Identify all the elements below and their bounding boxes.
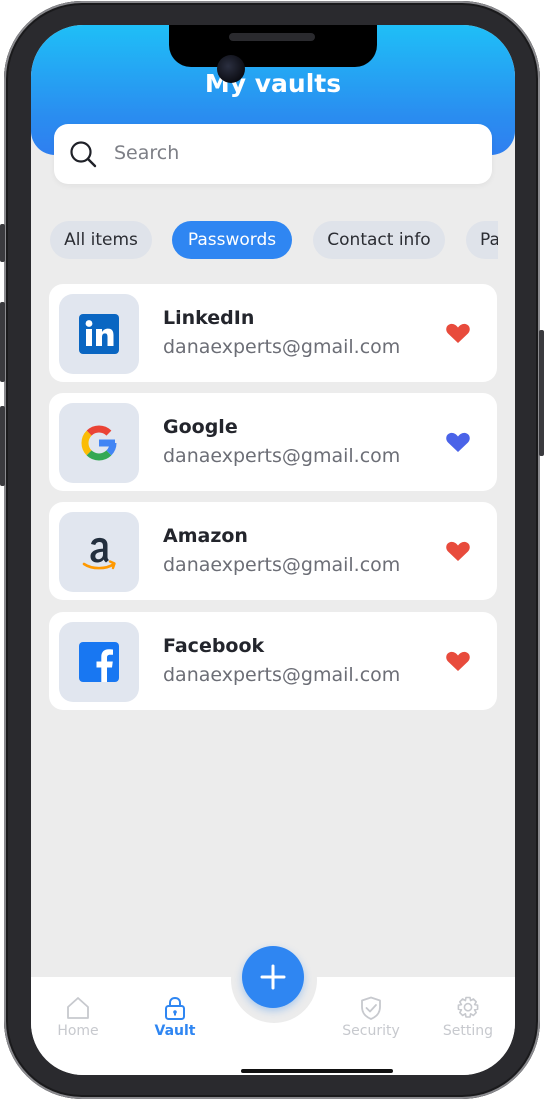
vault-item-google[interactable]: Google danaexperts@gmail.com (49, 393, 497, 491)
filter-chip-contact-info[interactable]: Contact info (313, 221, 445, 259)
vault-item-linkedin[interactable]: LinkedIn danaexperts@gmail.com (49, 284, 497, 382)
item-email: danaexperts@gmail.com (163, 336, 401, 358)
search-input[interactable]: Search (54, 124, 492, 184)
shield-check-icon (361, 996, 381, 1020)
search-placeholder: Search (114, 142, 180, 164)
item-name: Facebook (163, 635, 265, 657)
item-name: Google (163, 416, 238, 438)
gear-icon (457, 996, 479, 1018)
facebook-logo-icon (79, 642, 119, 682)
logo-tile (59, 403, 139, 483)
nav-label-vault: Vault (154, 1023, 196, 1039)
phone-notch (169, 25, 377, 67)
page-title: My vaults (204, 69, 342, 98)
item-name: LinkedIn (163, 307, 255, 329)
logo-tile (59, 294, 139, 374)
nav-label-setting: Setting (442, 1023, 494, 1039)
phone-side-button (0, 302, 5, 382)
filter-chip-more[interactable]: Pa (466, 221, 498, 259)
phone-speaker (229, 33, 315, 41)
home-indicator (241, 1069, 393, 1073)
phone-side-button (0, 406, 5, 486)
logo-tile (59, 512, 139, 592)
google-logo-icon (81, 425, 117, 461)
search-icon (70, 141, 97, 168)
item-name: Amazon (163, 525, 248, 547)
nav-label-home: Home (57, 1023, 99, 1039)
vault-item-amazon[interactable]: Amazon danaexperts@gmail.com (49, 502, 497, 600)
filter-chip-all-items[interactable]: All items (50, 221, 152, 259)
linkedin-logo-icon (79, 314, 119, 354)
item-email: danaexperts@gmail.com (163, 445, 401, 467)
nav-item-setting[interactable]: Setting (428, 995, 508, 1039)
home-icon (67, 997, 89, 1019)
heart-icon[interactable] (445, 321, 471, 345)
app-screen: My vaults Search All items Passwords Con… (31, 25, 515, 1075)
amazon-logo-icon (82, 537, 116, 570)
logo-tile (59, 622, 139, 702)
heart-icon[interactable] (445, 539, 471, 563)
item-email: danaexperts@gmail.com (163, 664, 401, 686)
plus-icon (260, 964, 286, 990)
nav-item-security[interactable]: Security (331, 995, 411, 1039)
lock-icon (165, 996, 185, 1020)
phone-side-button (539, 330, 544, 456)
phone-side-button (0, 224, 5, 262)
heart-icon[interactable] (445, 649, 471, 673)
nav-item-vault[interactable]: Vault (135, 995, 215, 1039)
item-email: danaexperts@gmail.com (163, 554, 401, 576)
front-camera (217, 55, 245, 83)
nav-item-home[interactable]: Home (38, 995, 118, 1039)
nav-label-security: Security (342, 1023, 400, 1039)
add-item-button[interactable] (242, 946, 304, 1008)
filter-chip-passwords[interactable]: Passwords (172, 221, 292, 259)
vault-item-facebook[interactable]: Facebook danaexperts@gmail.com (49, 612, 497, 710)
heart-icon[interactable] (445, 430, 471, 454)
filter-chips: All items Passwords Contact info Pa (50, 221, 498, 261)
